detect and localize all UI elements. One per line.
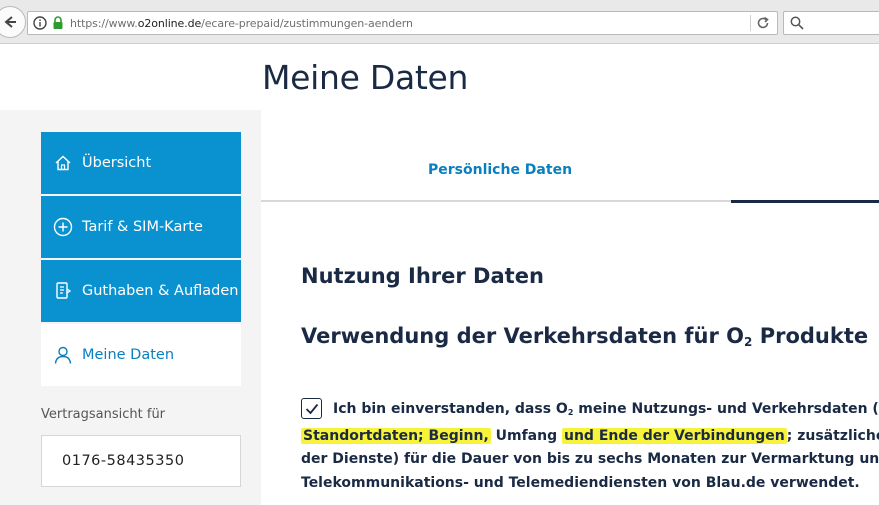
main-content: Persönliche Daten Nutzung Ihrer Daten Ve… — [261, 132, 879, 505]
page-title: Meine Daten — [262, 58, 469, 97]
highlight-verbindungen: und Ende der Verbindungen — [562, 427, 787, 444]
sidebar-item-label: Übersicht — [82, 155, 152, 171]
back-button[interactable] — [0, 6, 26, 38]
lock-icon — [50, 12, 66, 34]
address-bar[interactable]: https://www.o2online.de/ecare-prepaid/zu… — [27, 11, 778, 35]
search-input[interactable] — [783, 11, 879, 35]
search-icon — [790, 16, 804, 30]
url-text: https://www.o2online.de/ecare-prepaid/zu… — [70, 17, 413, 30]
contract-number: 0176-58435350 — [62, 453, 185, 469]
arrow-left-icon — [4, 16, 16, 28]
sidebar-item-tarif[interactable]: Tarif & SIM-Karte — [41, 196, 241, 258]
consent-line-3: der Dienste) für die Dauer von bis zu se… — [301, 451, 879, 467]
tab-persoenliche-daten[interactable]: Persönliche Daten — [428, 162, 572, 178]
sidebar-item-label: Meine Daten — [82, 347, 175, 363]
info-icon[interactable] — [30, 12, 50, 34]
sidebar-item-label: Guthaben & Aufladen — [82, 283, 239, 299]
home-icon — [53, 153, 73, 173]
subsection-title: Verwendung der Verkehrsdaten für O2 Prod… — [301, 324, 868, 349]
user-icon — [53, 345, 73, 365]
consent-l1-a: Ich bin einverstanden, dass O — [333, 401, 568, 417]
reload-button[interactable] — [753, 13, 773, 33]
subsection-title-pre: Verwendung der Verkehrsdaten für O — [301, 324, 745, 348]
sidebar-item-guthaben[interactable]: Guthaben & Aufladen — [41, 260, 241, 322]
consent-line-2: Standortdaten; Beginn, Umfang und Ende d… — [301, 425, 879, 449]
subsection-title-post: Produkte — [752, 324, 869, 348]
sidebar-item-uebersicht[interactable]: Übersicht — [41, 132, 241, 194]
contract-view-label: Vertragsansicht für — [41, 407, 166, 422]
consent-l2-mid: Umfang — [490, 427, 562, 444]
consent-l1-b: meine Nutzungs- und Verkehrsdaten (Teiln — [578, 401, 879, 417]
tab-bar: Persönliche Daten — [261, 132, 879, 203]
consent-line-4: Telekommunikations- und Telemediendienst… — [301, 474, 860, 491]
url-prefix: https://www. — [70, 16, 138, 30]
url-domain: o2online.de — [137, 16, 202, 30]
consent-line-1: Ich bin einverstanden, dass O2 meine Nut… — [301, 398, 879, 425]
contract-number-select[interactable]: 0176-58435350 — [41, 435, 241, 487]
credit-icon — [53, 281, 73, 301]
sidebar-item-label: Tarif & SIM-Karte — [82, 219, 203, 235]
consent-checkbox[interactable] — [301, 398, 322, 419]
sidebar-item-meine-daten[interactable]: Meine Daten — [41, 324, 241, 386]
consent-text: Ich bin einverstanden, dass O2 meine Nut… — [301, 398, 879, 495]
url-path: /ecare-prepaid/zustimmungen-aendern — [201, 16, 413, 30]
browser-toolbar: https://www.o2online.de/ecare-prepaid/zu… — [0, 0, 879, 44]
highlight-standortdaten: Standortdaten; Beginn, — [301, 427, 491, 444]
consent-l2-end: ; zusätzliche Info — [786, 427, 879, 444]
plus-circle-icon — [53, 217, 73, 237]
reload-icon — [757, 16, 769, 29]
section-title: Nutzung Ihrer Daten — [301, 264, 544, 288]
active-tab-indicator — [731, 200, 879, 203]
url-separator — [750, 15, 751, 31]
checkmark-icon — [305, 403, 318, 414]
